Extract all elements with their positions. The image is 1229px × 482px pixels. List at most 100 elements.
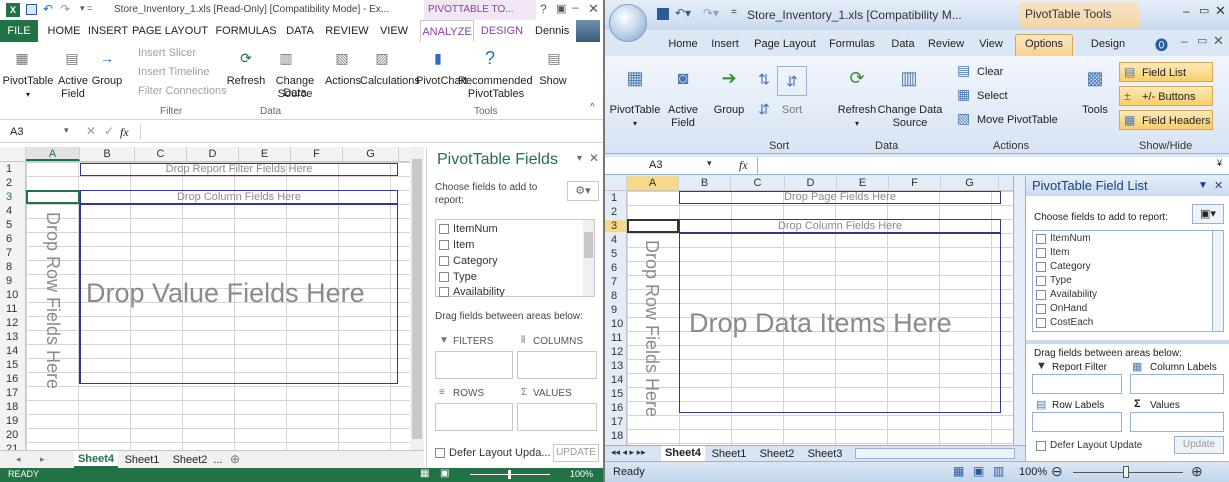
tab-home[interactable]: Home: [663, 38, 703, 50]
column-header-c[interactable]: C: [135, 147, 187, 161]
avatar[interactable]: [576, 20, 600, 42]
namebox-dropdown-icon[interactable]: ▾: [64, 125, 69, 136]
defer-layout-checkbox[interactable]: Defer Layout Update: [1036, 440, 1142, 451]
field-checkbox-type[interactable]: Type: [1036, 275, 1072, 286]
filters-drop-area[interactable]: [435, 351, 513, 379]
column-header-a[interactable]: A: [26, 147, 80, 161]
name-box[interactable]: A3: [649, 159, 662, 171]
active-field-button-line2[interactable]: Field: [56, 88, 90, 100]
field-checkbox-itemnum[interactable]: ItemNum: [439, 223, 498, 235]
help-icon[interactable]: ⓿: [1155, 35, 1168, 54]
row-header[interactable]: 15: [0, 359, 25, 371]
vertical-scrollbar[interactable]: [410, 147, 424, 456]
formula-input[interactable]: [757, 157, 1217, 174]
user-name[interactable]: Dennis: [535, 25, 569, 37]
save-icon[interactable]: [657, 8, 669, 20]
column-header-a[interactable]: A: [627, 176, 679, 190]
column-header-g[interactable]: G: [343, 147, 399, 161]
row-header[interactable]: 18: [605, 430, 626, 442]
pane-close-icon[interactable]: ✕: [589, 151, 599, 165]
column-header-b[interactable]: B: [80, 147, 135, 161]
vertical-scrollbar[interactable]: [1013, 176, 1025, 445]
row-header[interactable]: 18: [0, 401, 25, 413]
calculations-button[interactable]: Calculations: [360, 75, 420, 87]
qat-customize-icon[interactable]: ▾ =: [80, 3, 92, 14]
actions-button[interactable]: Actions: [324, 75, 362, 87]
clear-button[interactable]: Clear: [977, 66, 1003, 78]
undo-icon[interactable]: ↶: [43, 2, 53, 16]
tools-button[interactable]: Tools: [1075, 104, 1115, 116]
row-header[interactable]: 6: [0, 233, 25, 245]
tab-formulas[interactable]: Formulas: [823, 38, 881, 50]
active-field-button[interactable]: Active: [56, 75, 90, 87]
ribbon-close-icon[interactable]: ✕: [1213, 33, 1224, 49]
row-header[interactable]: 17: [0, 387, 25, 399]
sheet-tab-sheet3[interactable]: Sheet3: [803, 448, 847, 460]
tab-options[interactable]: Options: [1015, 34, 1073, 56]
change-data-source-button[interactable]: Change Data: [877, 104, 943, 116]
row-header[interactable]: 1: [0, 163, 25, 175]
row-header[interactable]: 20: [0, 429, 25, 441]
tab-design[interactable]: Design: [1083, 38, 1133, 50]
sort-button[interactable]: Sort: [775, 104, 809, 116]
row-header[interactable]: 17: [605, 416, 626, 428]
collapse-ribbon-icon[interactable]: ^: [590, 102, 595, 113]
defer-layout-checkbox[interactable]: Defer Layout Upda...: [435, 447, 551, 459]
drop-report-filter-zone[interactable]: Drop Report Filter Fields Here: [80, 163, 398, 176]
field-checkbox-item[interactable]: Item: [1036, 247, 1069, 258]
plus-minus-buttons-toggle[interactable]: ± +/- Buttons: [1119, 86, 1213, 106]
zoom-out-icon[interactable]: ⊖: [1051, 463, 1063, 480]
row-header[interactable]: 2: [0, 177, 25, 189]
formula-input[interactable]: [140, 123, 588, 140]
tab-insert[interactable]: INSERT: [86, 25, 130, 37]
values-drop-area[interactable]: [1130, 412, 1224, 432]
sheet-nav-prev-icon[interactable]: ◂: [16, 454, 21, 465]
sheet-nav-icons[interactable]: ◂◂ ◂ ▸ ▸▸: [611, 447, 646, 458]
sheet-tab-sheet1[interactable]: Sheet1: [120, 454, 164, 466]
row-header[interactable]: 10: [0, 289, 25, 301]
group-button[interactable]: Group: [88, 75, 126, 87]
function-icon[interactable]: fx: [120, 125, 129, 140]
zoom-slider-thumb[interactable]: [508, 470, 511, 479]
tab-design[interactable]: DESIGN: [478, 25, 526, 37]
pane-layout-button[interactable]: ▣▾: [1192, 204, 1224, 224]
recommended-pivottables-button-line2[interactable]: PivotTables: [466, 88, 526, 100]
row-header[interactable]: 10: [605, 318, 626, 330]
active-field-button-line2[interactable]: Field: [663, 117, 703, 129]
column-header-c[interactable]: C: [731, 176, 785, 190]
redo-icon[interactable]: ↷▾: [703, 6, 719, 20]
row-header[interactable]: 7: [0, 247, 25, 259]
row-header[interactable]: 3: [605, 220, 626, 232]
row-header[interactable]: 13: [605, 360, 626, 372]
row-header[interactable]: 2: [605, 206, 626, 218]
field-checkbox-category[interactable]: Category: [439, 255, 498, 267]
undo-icon[interactable]: ↶▾: [675, 6, 691, 20]
field-checkbox-type[interactable]: Type: [439, 271, 477, 283]
qat-customize-icon[interactable]: =: [731, 7, 737, 18]
scroll-thumb[interactable]: [412, 159, 422, 439]
select-button[interactable]: Select: [977, 90, 1008, 102]
tab-page-layout[interactable]: PAGE LAYOUT: [130, 25, 210, 37]
tab-formulas[interactable]: FORMULAS: [214, 25, 278, 37]
show-button[interactable]: Show: [536, 75, 570, 87]
close-icon[interactable]: ✕: [1215, 3, 1226, 19]
page-layout-view-icon[interactable]: ▣: [973, 464, 984, 478]
tab-insert[interactable]: Insert: [705, 38, 745, 50]
row-header[interactable]: 19: [0, 415, 25, 427]
row-header[interactable]: 15: [605, 388, 626, 400]
column-header-e[interactable]: E: [837, 176, 889, 190]
office-button-icon[interactable]: [609, 4, 647, 42]
update-button[interactable]: UPDATE: [553, 444, 599, 462]
ribbon-display-icon[interactable]: ▣: [556, 2, 566, 15]
field-checkbox-onhand[interactable]: OnHand: [1036, 303, 1087, 314]
name-box[interactable]: A3: [10, 126, 23, 138]
ribbon-restore-icon[interactable]: ▭: [1197, 34, 1207, 47]
active-cell-a3[interactable]: [26, 190, 80, 204]
sheet-tab-sheet2[interactable]: Sheet2: [755, 448, 799, 460]
page-break-view-icon[interactable]: ▥: [993, 464, 1004, 478]
cancel-entry-icon[interactable]: ✕: [86, 124, 96, 138]
tab-review[interactable]: Review: [923, 38, 969, 50]
field-checkbox-item[interactable]: Item: [439, 239, 474, 251]
help-icon[interactable]: ?: [540, 2, 547, 16]
move-pivottable-button[interactable]: Move PivotTable: [977, 114, 1058, 126]
